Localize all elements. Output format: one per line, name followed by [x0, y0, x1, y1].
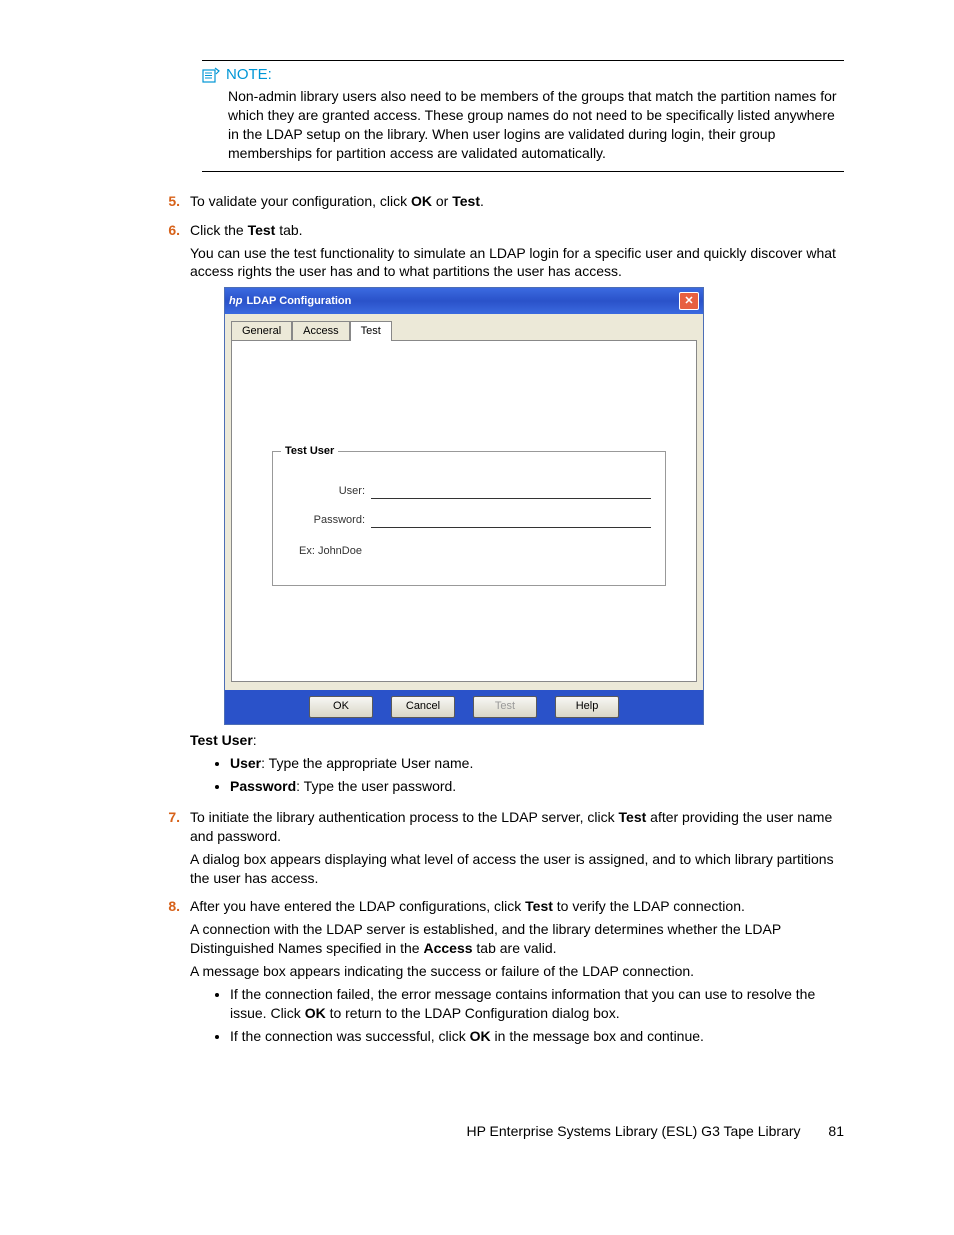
bold-ok: OK [411, 193, 432, 209]
text: : [253, 732, 257, 748]
list-item: If the connection was successful, click … [230, 1027, 844, 1046]
text: : Type the appropriate User name. [261, 755, 473, 771]
step-number: 8. [150, 897, 190, 1051]
test-user-fieldset: Test User User: Password: Ex: JohnDoe [272, 451, 666, 586]
text: tab are valid. [473, 940, 557, 956]
step-8: 8. After you have entered the LDAP confi… [150, 897, 844, 1051]
help-button[interactable]: Help [555, 696, 619, 718]
note-icon [202, 67, 220, 83]
page-footer: HP Enterprise Systems Library (ESL) G3 T… [150, 1122, 844, 1141]
step-number: 6. [150, 221, 190, 802]
text: To initiate the library authentication p… [190, 809, 619, 825]
step-number: 7. [150, 808, 190, 892]
text: If the connection was successful, click [230, 1028, 470, 1044]
text: : Type the user password. [296, 778, 456, 794]
password-input[interactable] [371, 513, 651, 528]
text: After you have entered the LDAP configur… [190, 898, 525, 914]
test-button[interactable]: Test [473, 696, 537, 718]
text: A message box appears indicating the suc… [190, 962, 844, 981]
page-number: 81 [828, 1123, 844, 1139]
dialog-titlebar: hp LDAP Configuration ✕ [225, 288, 703, 314]
list-item: If the connection failed, the error mess… [230, 985, 844, 1023]
user-input[interactable] [371, 484, 651, 499]
note-block: NOTE: Non-admin library users also need … [202, 65, 844, 163]
tab-content: Test User User: Password: Ex: JohnDoe [231, 340, 697, 682]
text: . [480, 193, 484, 209]
text: to verify the LDAP connection. [553, 898, 745, 914]
text: To validate your configuration, click [190, 193, 411, 209]
bold-user: User [230, 755, 261, 771]
fieldset-legend: Test User [281, 444, 338, 459]
close-icon: ✕ [684, 294, 693, 309]
bold-test: Test [248, 222, 276, 238]
tab-strip: General Access Test [231, 320, 697, 340]
step-7: 7. To initiate the library authenticatio… [150, 808, 844, 892]
text: to return to the LDAP Configuration dial… [326, 1005, 620, 1021]
dialog-title: LDAP Configuration [246, 294, 679, 309]
bold-test: Test [452, 193, 480, 209]
footer-text: HP Enterprise Systems Library (ESL) G3 T… [466, 1123, 800, 1139]
note-text: Non-admin library users also need to be … [228, 87, 844, 163]
text: or [432, 193, 452, 209]
tab-general[interactable]: General [231, 321, 292, 341]
user-label: User: [287, 484, 371, 499]
close-button[interactable]: ✕ [679, 292, 699, 310]
hp-logo-icon: hp [229, 294, 242, 309]
list-item: Password: Type the user password. [230, 777, 844, 796]
cancel-button[interactable]: Cancel [391, 696, 455, 718]
dialog-button-bar: OK Cancel Test Help [225, 690, 703, 724]
text: tab. [275, 222, 302, 238]
list-item: User: Type the appropriate User name. [230, 754, 844, 773]
step-6: 6. Click the Test tab. You can use the t… [150, 221, 844, 802]
bold-password: Password [230, 778, 296, 794]
tab-access[interactable]: Access [292, 321, 349, 341]
password-label: Password: [287, 513, 371, 528]
text: in the message box and continue. [491, 1028, 704, 1044]
step-5: 5. To validate your configuration, click… [150, 192, 844, 215]
text: Click the [190, 222, 248, 238]
text: You can use the test functionality to si… [190, 244, 844, 282]
bold-access: Access [423, 940, 472, 956]
ok-button[interactable]: OK [309, 696, 373, 718]
example-text: Ex: JohnDoe [299, 544, 651, 559]
bold-ok: OK [305, 1005, 326, 1021]
bold-test: Test [525, 898, 553, 914]
tab-test[interactable]: Test [350, 321, 392, 341]
step-number: 5. [150, 192, 190, 215]
bold-test: Test [619, 809, 647, 825]
note-label: NOTE: [226, 65, 272, 85]
ldap-dialog: hp LDAP Configuration ✕ General Access T… [224, 287, 704, 725]
bold-ok: OK [470, 1028, 491, 1044]
bold-test-user: Test User [190, 732, 253, 748]
text: A dialog box appears displaying what lev… [190, 850, 844, 888]
